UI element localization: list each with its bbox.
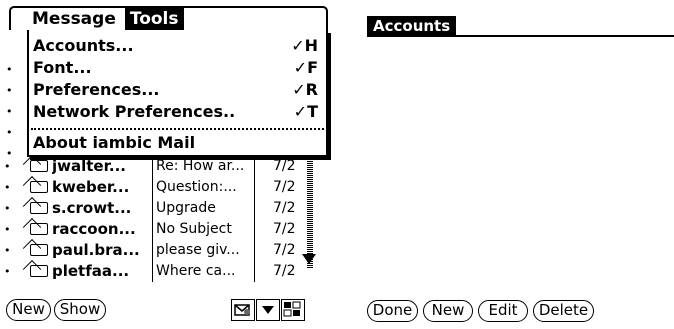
message-subject: No Subject [156,221,232,237]
message-sender: kweber... [52,178,130,196]
menu-shortcut: ✓H [291,36,318,55]
menu-shortcut: ✓R [292,80,318,99]
delete-account-button[interactable]: Delete [533,300,594,322]
hidden-row-bullet: • [6,105,13,118]
message-date: 7/2 [273,200,296,216]
message-sender: pletfaa... [52,262,130,280]
scroll-down-arrow-icon[interactable] [302,254,316,264]
message-subject: Where ca... [156,263,236,279]
envelope-icon [30,223,48,235]
folder-icon[interactable] [231,299,255,321]
grid-icon [283,301,301,317]
unread-bullet: • [4,202,11,215]
menu-item-network-preferences[interactable]: Network Preferences.. ✓T [33,101,318,123]
page-title: Accounts [367,16,457,37]
tools-menu: Accounts... ✓H Font... ✓F Preferences...… [27,30,328,157]
message-row[interactable]: • s.crowt... Upgrade 7/2 [4,198,314,219]
message-subject: Upgrade [156,200,216,216]
message-subject: Re: How ar... [156,158,245,174]
message-row[interactable]: • raccoon... No Subject 7/2 [4,219,314,240]
message-date: 7/2 [273,221,296,237]
envelope-icon [30,160,48,172]
column-divider [152,177,153,198]
message-date: 7/2 [273,263,296,279]
grid-view-toggle[interactable] [281,299,305,321]
unread-bullet: • [4,160,11,173]
message-date: 7/2 [273,158,296,174]
column-divider [152,219,153,240]
unread-bullet: • [4,181,11,194]
menu-item-preferences[interactable]: Preferences... ✓R [33,79,318,101]
menu-shortcut: ✓F [293,58,318,77]
menu-item-about[interactable]: About iambic Mail [33,132,318,154]
envelope-icon [30,265,48,277]
hidden-row-bullet: • [6,126,13,139]
message-row[interactable]: • pletfaa... Where ca... 7/2 [4,261,314,282]
scrollbar[interactable] [307,160,313,268]
message-date: 7/2 [273,179,296,195]
message-row[interactable]: • kweber... Question:... 7/2 [4,177,314,198]
mail-folder-icon [234,304,250,316]
new-account-button[interactable]: New [423,300,473,322]
envelope-icon [30,181,48,193]
column-divider [254,261,255,282]
column-divider [254,240,255,261]
column-divider [152,198,153,219]
column-divider [152,156,153,177]
message-date: 7/2 [273,242,296,258]
menubar: Message Tools [9,6,328,30]
message-sender: raccoon... [52,220,136,238]
menu-item-label: Accounts... [33,36,134,55]
title-underline [367,35,674,37]
envelope-icon [30,244,48,256]
accounts-screen: Accounts Done New Edit Delete [367,0,674,329]
message-row[interactable]: • paul.bra... please giv... 7/2 [4,240,314,261]
column-divider [254,198,255,219]
column-divider [152,261,153,282]
menu-item-label: Network Preferences.. [33,102,236,121]
column-divider [254,219,255,240]
chevron-down-icon [262,306,274,314]
hidden-row-bullet: • [6,84,13,97]
column-divider [254,177,255,198]
menu-item-label: About iambic Mail [33,133,196,152]
hidden-row-bullet: • [6,63,13,76]
message-sender: paul.bra... [52,241,140,259]
envelope-icon [30,202,48,214]
message-subject: please giv... [156,242,240,258]
done-button[interactable]: Done [367,300,418,322]
menu-item-accounts[interactable]: Accounts... ✓H [33,35,318,57]
message-row[interactable]: • jwalter... Re: How ar... 7/2 [4,156,314,177]
message-sender: s.crowt... [52,199,132,217]
unread-bullet: • [4,265,11,278]
show-button[interactable]: Show [54,299,106,321]
menu-separator [31,128,324,130]
menu-message[interactable]: Message [27,8,121,30]
menu-shortcut: ✓T [293,102,318,121]
mail-list-screen: Message Tools Accounts... ✓H Font... ✓F … [0,0,337,329]
menu-tools[interactable]: Tools [124,8,184,30]
edit-account-button[interactable]: Edit [478,300,528,322]
message-subject: Question:... [156,179,237,195]
message-sender: jwalter... [52,157,126,175]
menu-item-label: Font... [33,58,92,77]
unread-bullet: • [4,244,11,257]
new-button[interactable]: New [6,299,51,321]
menu-item-label: Preferences... [33,80,160,99]
menu-item-font[interactable]: Font... ✓F [33,57,318,79]
dropdown-trigger[interactable] [256,299,280,321]
column-divider [254,156,255,177]
column-divider [152,240,153,261]
unread-bullet: • [4,223,11,236]
